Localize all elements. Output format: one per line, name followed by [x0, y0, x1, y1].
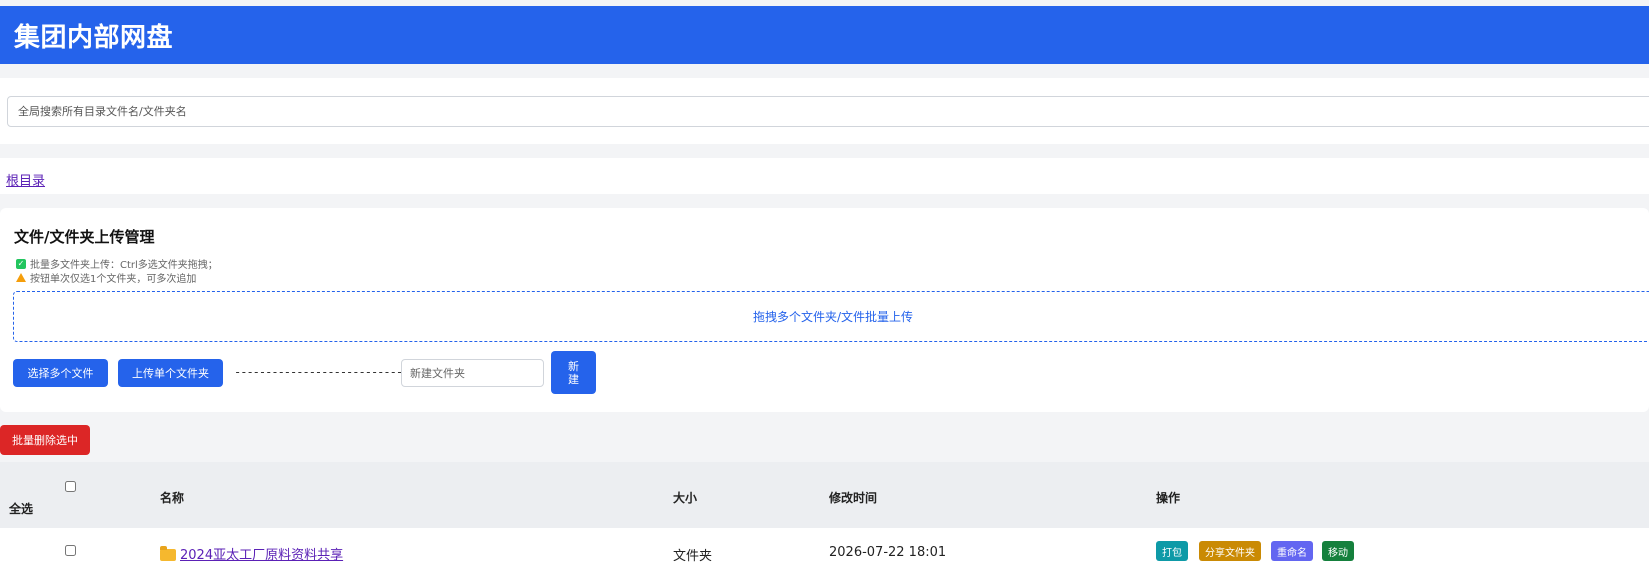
new-folder-name-input[interactable] — [401, 359, 544, 387]
create-folder-label-line1: 新 — [568, 359, 579, 373]
row-checkbox[interactable] — [65, 545, 76, 556]
column-header-actions: 操作 — [1156, 491, 1181, 505]
select-all-checkbox[interactable] — [65, 481, 76, 492]
upload-single-folder-button[interactable]: 上传单个文件夹 — [118, 359, 223, 387]
check-icon: ✓ — [16, 258, 26, 269]
row-name-text: 2024亚太工厂原料资料共享 — [180, 548, 344, 563]
toolbar-separator: ---------------------------- — [234, 365, 409, 379]
breadcrumb-area — [0, 158, 1649, 194]
column-header-mtime: 修改时间 — [829, 491, 878, 505]
select-all-label: 全选 — [9, 502, 34, 516]
global-search-input[interactable] — [7, 96, 1649, 127]
upload-dropzone[interactable]: 拖拽多个文件夹/文件批量上传 — [13, 291, 1649, 342]
column-header-size: 大小 — [673, 491, 698, 505]
single-upload-tip: 按钮单次仅选1个文件夹，可多次追加 — [16, 270, 196, 285]
batch-upload-tip: ✓ 批量多文件夹上传：Ctrl多选文件夹拖拽； — [16, 256, 218, 271]
dropzone-text: 拖拽多个文件夹/文件批量上传 — [752, 310, 914, 324]
batch-upload-tip-text: 批量多文件夹上传：Ctrl多选文件夹拖拽； — [30, 260, 218, 271]
row-mtime: 2026-07-22 18:01 — [829, 545, 947, 560]
folder-icon — [160, 545, 176, 561]
rename-button[interactable]: 重命名 — [1271, 541, 1313, 561]
share-folder-button[interactable]: 分享文件夹 — [1199, 541, 1261, 561]
warning-icon — [16, 273, 26, 282]
batch-delete-button[interactable]: 批量删除选中 — [0, 425, 90, 455]
single-upload-tip-text: 按钮单次仅选1个文件夹，可多次追加 — [30, 274, 197, 285]
row-name-link[interactable]: 2024亚太工厂原料资料共享 — [160, 544, 343, 563]
create-folder-label-line2: 建 — [568, 372, 579, 386]
app-title: 集团内部网盘 — [14, 22, 174, 53]
app-header: 集团内部网盘 — [0, 6, 1649, 64]
pack-button[interactable]: 打包 — [1156, 541, 1188, 561]
column-header-name: 名称 — [160, 491, 185, 505]
move-button[interactable]: 移动 — [1322, 541, 1354, 561]
create-folder-button[interactable]: 新 建 — [551, 351, 596, 394]
breadcrumb-root-link[interactable]: 根目录 — [6, 170, 45, 189]
upload-panel-title: 文件/文件夹上传管理 — [14, 228, 155, 246]
row-size: 文件夹 — [673, 549, 713, 564]
table-header — [0, 462, 1649, 528]
select-multiple-files-button[interactable]: 选择多个文件 — [13, 359, 108, 387]
